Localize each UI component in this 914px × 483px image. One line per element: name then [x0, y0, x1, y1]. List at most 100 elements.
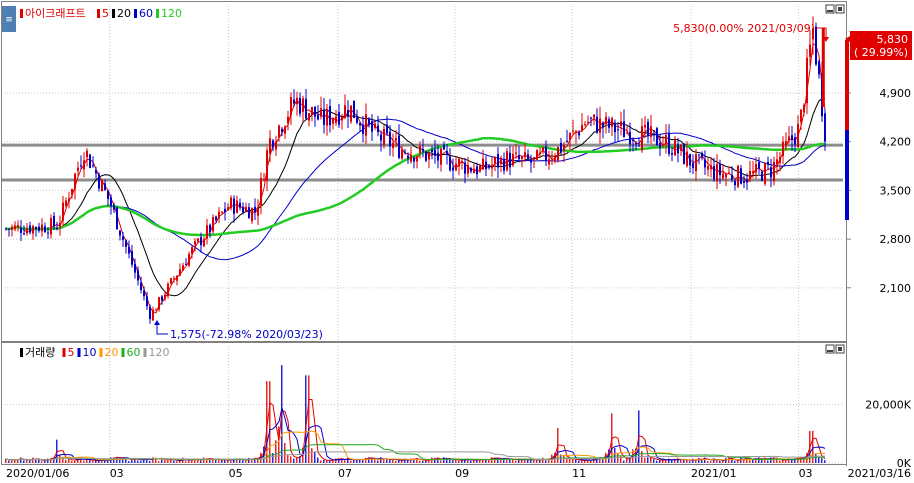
volume-bar: [818, 457, 820, 463]
candle-body: [320, 108, 322, 117]
candle-body: [329, 106, 331, 126]
candle-body: [599, 118, 601, 133]
candle-body: [221, 211, 223, 213]
candle-body: [116, 207, 118, 230]
candle-body: [821, 28, 825, 107]
volume-bar: [728, 457, 730, 463]
candle-body: [353, 100, 355, 118]
price-tick-label: 4,900: [880, 87, 912, 100]
volume-bar: [344, 460, 346, 463]
candle-body: [800, 109, 802, 122]
volume-bar: [530, 460, 532, 463]
volume-bar: [296, 457, 298, 463]
candle-body: [362, 124, 364, 134]
candle-body: [218, 211, 220, 219]
volume-bar: [167, 460, 169, 463]
low-annotation-text: 1,575(-72.98% 2020/03/23): [170, 328, 323, 341]
candle-body: [149, 306, 151, 320]
volume-bar: [644, 457, 646, 463]
candle-body: [467, 165, 469, 174]
candle-body: [488, 165, 490, 168]
volume-bar: [536, 460, 538, 463]
candle-body: [692, 162, 694, 168]
candle-body: [284, 126, 286, 134]
candle-body: [416, 156, 418, 162]
volume-bar: [11, 460, 13, 463]
volume-bar: [824, 460, 826, 463]
candle-body: [425, 151, 427, 161]
candle-body: [68, 198, 70, 202]
volume-bar: [455, 459, 457, 463]
volume-bar: [362, 459, 364, 463]
end-date-label: 2021/03/16: [848, 467, 911, 480]
candle-body: [122, 236, 124, 240]
candle-body: [638, 145, 640, 147]
candle-body: [731, 174, 733, 180]
date-tick-label: 07: [338, 467, 352, 480]
candle-body: [473, 169, 475, 174]
candle-body: [518, 155, 520, 160]
candle-body: [314, 106, 316, 117]
candle-body: [281, 128, 283, 132]
volume-bar: [374, 459, 376, 463]
candle-body: [173, 278, 175, 280]
candle-body: [272, 140, 274, 148]
candle-body: [815, 26, 817, 65]
legend-swatch: [62, 348, 66, 357]
candle-body: [89, 154, 91, 168]
legend-label: 5: [102, 7, 109, 20]
volume-bar: [8, 460, 10, 463]
volume-bar: [767, 460, 769, 463]
candle-body: [623, 121, 625, 138]
candle-body: [806, 57, 808, 104]
candle-body: [512, 153, 514, 166]
candle-body: [302, 98, 304, 112]
candle-body: [503, 158, 505, 171]
candle-body: [335, 116, 337, 123]
candle-body: [395, 138, 397, 141]
volume-bar: [197, 460, 199, 463]
candle-body: [83, 160, 85, 170]
volume-bar: [269, 381, 271, 463]
date-axis-labels: 2020/01/06 03 05 07 09 11 2021/01 03: [6, 467, 813, 480]
candle-body: [194, 241, 196, 245]
candle-body: [131, 251, 133, 265]
volume-bar: [185, 461, 187, 463]
volume-bar: [539, 460, 541, 463]
candle-body: [392, 142, 394, 149]
candle-body: [86, 150, 88, 158]
candle-body: [359, 123, 361, 126]
legend-label: 120: [161, 7, 182, 20]
legend-swatch: [20, 348, 23, 357]
candle-body: [62, 202, 64, 221]
date-tick-label: 09: [455, 467, 469, 480]
candle-body: [533, 157, 535, 159]
candle-body: [680, 144, 682, 151]
candle-body: [113, 205, 115, 210]
volume-bar: [440, 460, 442, 463]
price-axis-labels: 2,100 2,800 3,500 4,200 4,900: [846, 87, 911, 295]
candle-body: [656, 128, 658, 146]
candle-body: [95, 169, 97, 174]
candle-body: [482, 158, 484, 170]
candle-body: [761, 171, 763, 181]
candle-body: [11, 226, 13, 230]
candle-body: [755, 164, 757, 173]
legend-label: 10: [83, 346, 97, 359]
candle-body: [491, 164, 493, 169]
candle-body: [8, 228, 10, 230]
candle-body: [398, 135, 400, 158]
legend-label: 거래량: [25, 346, 55, 359]
candle-body: [77, 167, 79, 171]
price-tick-label: 2,100: [880, 282, 912, 295]
candle-body: [644, 124, 646, 128]
volume-bar: [317, 457, 319, 463]
candle-body: [365, 114, 367, 136]
candle-body: [65, 200, 67, 206]
volume-bar: [278, 426, 280, 463]
candle-body: [74, 173, 76, 190]
candle-body: [356, 117, 358, 123]
legend-label: 60: [139, 7, 153, 20]
candle-body: [713, 166, 715, 179]
volume-bar: [389, 459, 391, 463]
